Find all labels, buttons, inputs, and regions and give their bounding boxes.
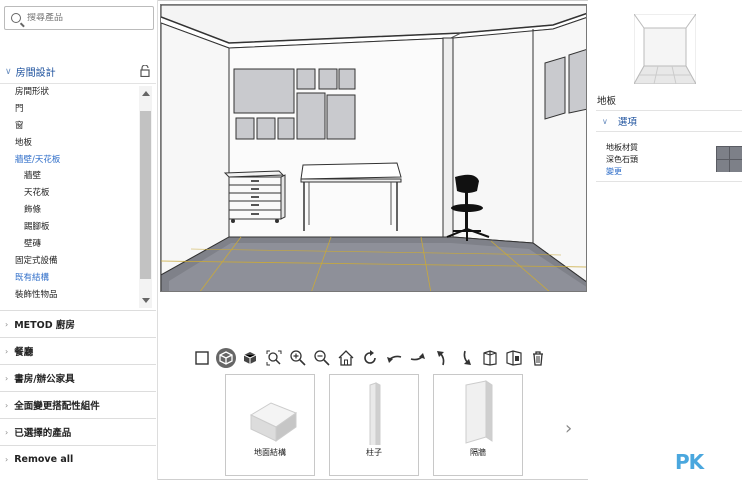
category-item[interactable]: › Remove all xyxy=(0,445,156,472)
chevron-right-icon: › xyxy=(5,400,9,410)
card-label: 柱子 xyxy=(366,448,382,457)
material-label: 地板材質 xyxy=(606,143,638,152)
tree-item[interactable]: 天花板 xyxy=(0,185,140,202)
home-view-icon[interactable] xyxy=(336,348,356,368)
properties-panel: 地板 ∨ 選項 地板材質 深色石頭 變更 xyxy=(588,0,748,480)
watermark-logo: PK xyxy=(675,450,704,474)
category-label: 餐廳 xyxy=(14,347,34,358)
zoom-in-icon[interactable] xyxy=(288,348,308,368)
room-design-tree: 房間形狀門窗地板 牆壁/天花板 牆壁 天花板 飾條 踢腳板 壁磚 固定式設備 既有結構 裝飾性物品 xyxy=(0,84,140,308)
delete-icon[interactable] xyxy=(528,348,548,368)
chevron-down-icon: ∨ xyxy=(5,66,12,77)
tilt-down-icon[interactable] xyxy=(456,348,476,368)
zoom-fit-icon[interactable] xyxy=(264,348,284,368)
category-label: Remove all xyxy=(14,453,74,465)
room-thumbnail xyxy=(634,14,696,84)
options-label: 選項 xyxy=(617,117,637,128)
unlock-icon[interactable] xyxy=(140,65,150,77)
scrollbar-thumb[interactable] xyxy=(140,111,151,279)
card-label: 地面結構 xyxy=(254,448,286,457)
section-header-room-design[interactable]: ∨ 房間設計 xyxy=(0,60,156,84)
tilt-up-icon[interactable] xyxy=(432,348,452,368)
box-view-icon[interactable] xyxy=(240,348,260,368)
tree-item[interactable]: 壁磚 xyxy=(0,236,140,253)
chevron-right-icon: › xyxy=(5,373,9,383)
wall-toggle-icon[interactable] xyxy=(480,348,500,368)
chevron-right-icon: › xyxy=(5,427,9,437)
partition-wall-image xyxy=(465,380,493,444)
scroll-up-icon[interactable] xyxy=(142,91,150,96)
tree-item[interactable]: 窗 xyxy=(0,118,140,135)
floor-structure-image xyxy=(249,402,298,442)
chevron-right-icon: › xyxy=(5,454,9,464)
column-image xyxy=(369,382,381,450)
search-input[interactable] xyxy=(27,13,137,23)
category-item[interactable]: › 全面變更搭配性組件 xyxy=(0,391,156,418)
left-sidebar: ∨ 房間設計 房間形狀門窗地板牆壁/天花板牆壁天花板飾條踢腳板壁磚固定式設備既有… xyxy=(0,0,158,480)
view-toolbar xyxy=(192,346,558,370)
category-label: METOD 廚房 xyxy=(14,320,75,331)
card-label: 隔牆 xyxy=(470,448,486,457)
turn-right-icon[interactable] xyxy=(408,348,428,368)
tree-item[interactable]: 既有結構 xyxy=(0,270,140,287)
search-box[interactable] xyxy=(4,6,154,30)
panel-title: 地板 xyxy=(597,96,617,107)
category-item[interactable]: › 餐廳 xyxy=(0,337,156,364)
change-material-link[interactable]: 變更 xyxy=(606,166,622,177)
tree-scrollbar[interactable] xyxy=(139,86,152,308)
category-item[interactable]: › 已選擇的產品 xyxy=(0,418,156,445)
material-swatch[interactable] xyxy=(716,146,742,172)
tree-item[interactable]: 裝飾性物品 xyxy=(0,287,140,304)
floor-material-box: 地板材質 深色石頭 變更 xyxy=(596,136,742,182)
category-label: 已選擇的產品 xyxy=(14,428,72,439)
tree-item[interactable]: 牆壁/天花板 xyxy=(0,152,140,169)
chevron-right-icon: › xyxy=(5,319,9,329)
section-title: 房間設計 xyxy=(15,68,56,79)
2d-view-icon[interactable] xyxy=(192,348,212,368)
rotate-left-icon[interactable] xyxy=(360,348,380,368)
turn-left-icon[interactable] xyxy=(384,348,404,368)
category-item[interactable]: › METOD 廚房 xyxy=(0,310,156,337)
category-label: 書房/辦公家具 xyxy=(14,374,75,385)
options-toggle[interactable]: ∨ 選項 xyxy=(596,110,742,132)
category-item[interactable]: › 書房/辦公家具 xyxy=(0,364,156,391)
room-3d-viewport[interactable] xyxy=(160,4,587,292)
category-label: 全面變更搭配性組件 xyxy=(14,401,100,412)
tree-item[interactable]: 飾條 xyxy=(0,202,140,219)
3d-view-icon[interactable] xyxy=(216,348,236,368)
product-card-floor-structure[interactable]: 地面結構 xyxy=(225,374,315,476)
chevron-right-icon: › xyxy=(5,346,9,356)
category-list: › METOD 廚房 › 餐廳 › 書房/辦公家具 › 全面變更搭配性組件 › 已選擇的產品 › Re… xyxy=(0,310,156,472)
product-card-partition-wall[interactable]: 隔牆 xyxy=(433,374,523,476)
tree-item[interactable]: 固定式設備 xyxy=(0,253,140,270)
search-icon xyxy=(11,13,21,23)
tree-item[interactable]: 門 xyxy=(0,101,140,118)
tree-item[interactable]: 地板 xyxy=(0,135,140,152)
wall-view-icon[interactable] xyxy=(504,348,524,368)
product-card-column[interactable]: 柱子 xyxy=(329,374,419,476)
tree-item[interactable]: 房間形狀 xyxy=(0,84,140,101)
material-name: 深色石頭 xyxy=(606,155,638,164)
scroll-down-icon[interactable] xyxy=(142,298,150,303)
tree-item[interactable]: 牆壁 xyxy=(0,168,140,185)
tree-item[interactable]: 踢腳板 xyxy=(0,219,140,236)
zoom-out-icon[interactable] xyxy=(312,348,332,368)
chevron-right-icon[interactable]: › xyxy=(565,418,572,439)
chevron-down-icon: ∨ xyxy=(602,116,608,126)
